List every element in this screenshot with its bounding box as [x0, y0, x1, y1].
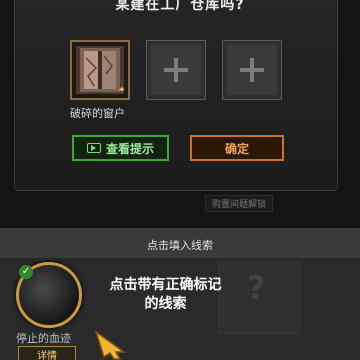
- tutorial-line-1: 点击带有正确标记: [109, 277, 222, 293]
- tutorial-line-2: 的线索: [144, 296, 187, 312]
- clue-tray-title: 点击填入线索: [147, 239, 213, 252]
- plus-icon: [240, 58, 264, 82]
- check-icon: ✓: [19, 265, 33, 279]
- detail-button[interactable]: 详情: [18, 346, 76, 360]
- pointer-hand-icon: [94, 330, 127, 360]
- game-screen: 某建在工厂仓库吗? ✦ 破碎的窗户 查看提示 确定 购置间题解锁 点击填入线索 …: [0, 0, 360, 360]
- sparkle-icon: ✦: [117, 85, 126, 96]
- plus-icon: [164, 58, 188, 82]
- confirm-button-label: 确定: [224, 141, 249, 156]
- tutorial-tip: 点击带有正确标记 的线索: [98, 276, 233, 314]
- clue-slot-filled[interactable]: ✦: [70, 40, 130, 100]
- filled-slot-label: 破碎的窗户: [70, 107, 125, 120]
- clue-item-label: 停止的血迹: [16, 332, 71, 345]
- question-mark-icon: ?: [247, 269, 266, 307]
- view-hint-button[interactable]: 查看提示: [72, 135, 169, 161]
- hint-button-label: 查看提示: [105, 141, 154, 156]
- video-icon: [86, 143, 101, 153]
- clue-slot-empty-2[interactable]: [146, 40, 206, 100]
- question-text: 某建在工厂仓库吗?: [115, 0, 245, 13]
- clue-slot-empty-3[interactable]: [222, 40, 282, 100]
- detail-button-label: 详情: [37, 350, 57, 360]
- faded-unlock-label: 购置间题解锁: [205, 195, 274, 212]
- confirm-button[interactable]: 确定: [190, 135, 284, 161]
